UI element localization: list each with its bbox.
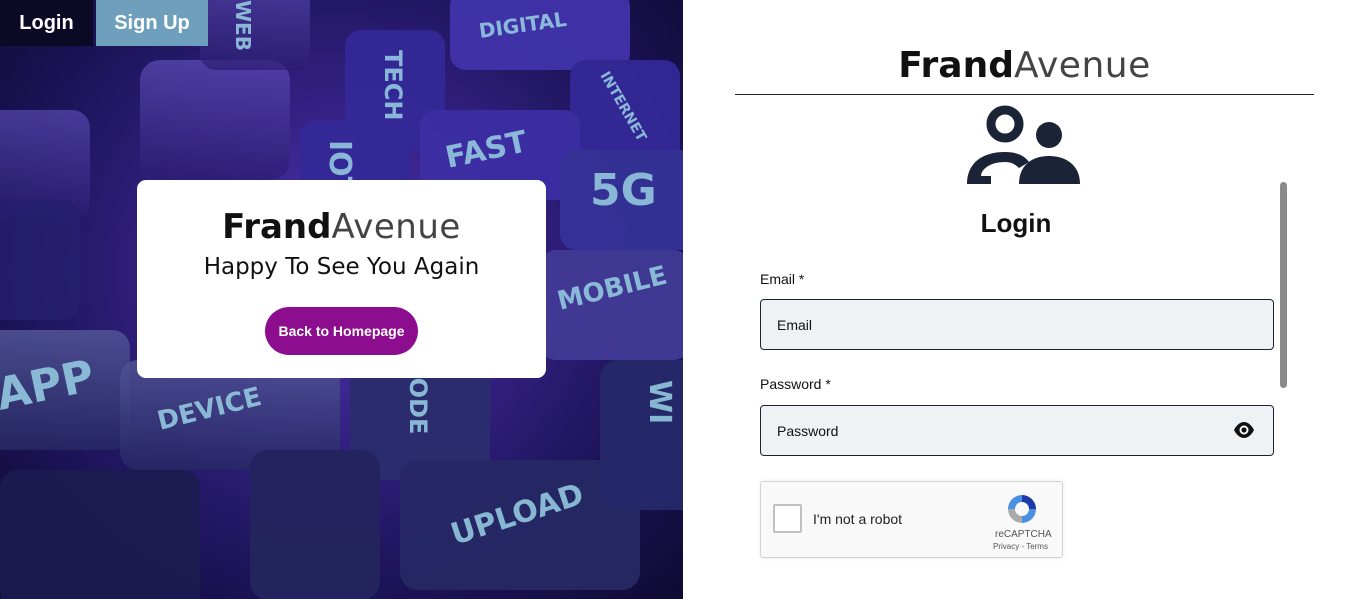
- tab-login[interactable]: Login: [0, 0, 93, 46]
- hero-image-panel: DIGITAL TECH INTERNET FAST 5G IOT MOBILE…: [0, 0, 683, 599]
- email-input[interactable]: [777, 316, 1217, 333]
- header-divider: [735, 94, 1314, 95]
- brand-light: Avenue: [1013, 45, 1151, 86]
- greeting-text: Happy To See You Again: [203, 254, 480, 280]
- email-label: Email *: [760, 271, 805, 287]
- tab-signup[interactable]: Sign Up: [96, 0, 208, 46]
- login-panel: FrandAvenue Login Email * Password * I'm…: [683, 0, 1366, 599]
- welcome-card: FrandAvenue Happy To See You Again Back …: [137, 180, 546, 378]
- recaptcha-text: I'm not a robot: [813, 511, 903, 527]
- brand-light: Avenue: [331, 207, 461, 247]
- recaptcha-widget: I'm not a robot reCAPTCHA Privacy - Term…: [760, 481, 1063, 558]
- recaptcha-checkbox[interactable]: [773, 504, 802, 533]
- password-input[interactable]: [777, 422, 1217, 439]
- panel-brand-logo: FrandAvenue: [683, 48, 1366, 84]
- users-icon: [967, 105, 1080, 184]
- login-title: Login: [980, 208, 1052, 238]
- back-to-homepage-button[interactable]: Back to Homepage: [265, 307, 418, 355]
- eye-icon[interactable]: [1233, 420, 1255, 440]
- email-field[interactable]: [760, 299, 1274, 350]
- brand-bold: Frand: [222, 207, 332, 247]
- recaptcha-links[interactable]: Privacy - Terms: [993, 542, 1048, 551]
- brand-bold: Frand: [898, 45, 1014, 86]
- password-label: Password *: [760, 376, 831, 392]
- recaptcha-logo-icon: [1008, 495, 1036, 523]
- recaptcha-brand: reCAPTCHA: [995, 529, 1052, 540]
- scrollbar[interactable]: [1280, 182, 1287, 388]
- password-field[interactable]: [760, 405, 1274, 456]
- hero-brand-logo: FrandAvenue: [222, 210, 461, 244]
